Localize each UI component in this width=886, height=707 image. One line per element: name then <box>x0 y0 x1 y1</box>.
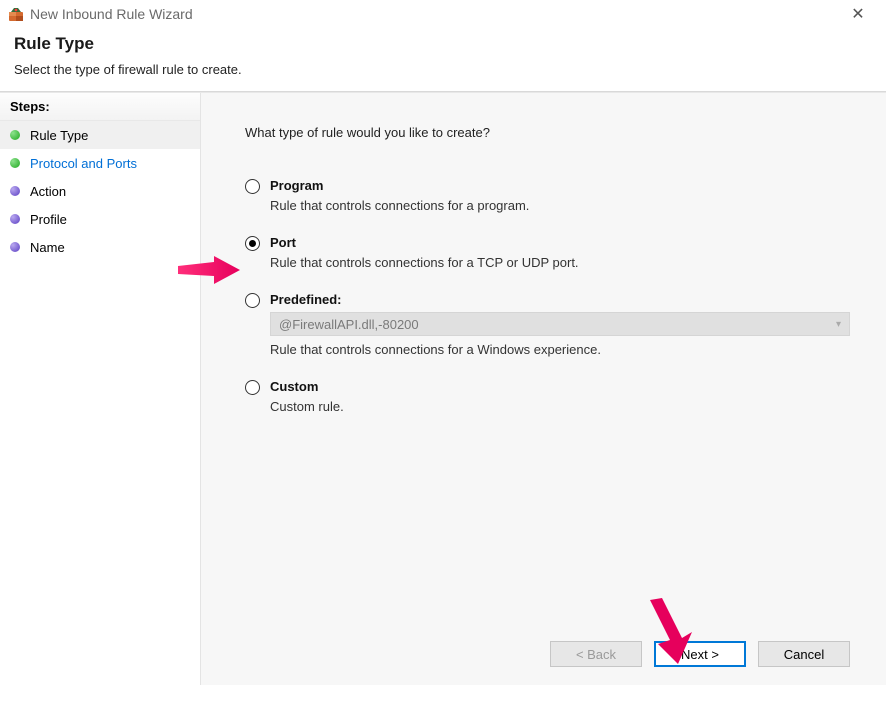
radio-label: Custom <box>270 379 318 394</box>
option-port-desc: Rule that controls connections for a TCP… <box>270 255 850 270</box>
step-label: Name <box>30 240 65 255</box>
step-rule-type[interactable]: Rule Type <box>0 121 200 149</box>
step-label: Action <box>30 184 66 199</box>
page-subtitle: Select the type of firewall rule to crea… <box>14 62 872 77</box>
step-label: Protocol and Ports <box>30 156 137 171</box>
step-name[interactable]: Name <box>0 233 200 261</box>
radio-label: Port <box>270 235 296 250</box>
chevron-down-icon: ▾ <box>836 319 841 330</box>
radio-label: Predefined: <box>270 292 342 307</box>
firewall-app-icon <box>8 6 24 22</box>
steps-sidebar: Steps: Rule Type Protocol and Ports Acti… <box>0 93 201 685</box>
option-program[interactable]: Program <box>245 178 850 194</box>
bullet-icon <box>10 186 20 196</box>
wizard-buttons: < Back Next > Cancel <box>245 629 850 667</box>
window-title: New Inbound Rule Wizard <box>30 6 838 22</box>
predefined-dropdown: @FirewallAPI.dll,-80200 ▾ <box>270 312 850 336</box>
step-label: Rule Type <box>30 128 88 143</box>
bullet-icon <box>10 214 20 224</box>
step-protocol-and-ports[interactable]: Protocol and Ports <box>0 149 200 177</box>
close-icon[interactable]: ✕ <box>838 4 878 24</box>
radio-icon[interactable] <box>245 380 260 395</box>
option-program-desc: Rule that controls connections for a pro… <box>270 198 850 213</box>
wizard-body: Steps: Rule Type Protocol and Ports Acti… <box>0 92 886 685</box>
step-label: Profile <box>30 212 67 227</box>
radio-icon[interactable] <box>245 293 260 308</box>
page-heading: Rule Type <box>14 34 872 54</box>
titlebar: New Inbound Rule Wizard ✕ <box>0 0 886 28</box>
bullet-icon <box>10 242 20 252</box>
dropdown-value: @FirewallAPI.dll,-80200 <box>279 317 419 332</box>
bullet-icon <box>10 130 20 140</box>
step-profile[interactable]: Profile <box>0 205 200 233</box>
next-button[interactable]: Next > <box>654 641 746 667</box>
cancel-button[interactable]: Cancel <box>758 641 850 667</box>
radio-icon[interactable] <box>245 236 260 251</box>
option-port[interactable]: Port <box>245 235 850 251</box>
option-custom-desc: Custom rule. <box>270 399 850 414</box>
steps-heading: Steps: <box>0 93 200 121</box>
radio-label: Program <box>270 178 323 193</box>
step-action[interactable]: Action <box>0 177 200 205</box>
rule-type-options: Program Rule that controls connections f… <box>245 178 850 629</box>
option-predefined-desc: Rule that controls connections for a Win… <box>270 342 850 357</box>
wizard-content: What type of rule would you like to crea… <box>201 93 886 685</box>
option-custom[interactable]: Custom <box>245 379 850 395</box>
wizard-header: Rule Type Select the type of firewall ru… <box>0 28 886 91</box>
option-predefined[interactable]: Predefined: <box>245 292 850 308</box>
prompt-text: What type of rule would you like to crea… <box>245 125 850 140</box>
back-button: < Back <box>550 641 642 667</box>
bullet-icon <box>10 158 20 168</box>
radio-icon[interactable] <box>245 179 260 194</box>
